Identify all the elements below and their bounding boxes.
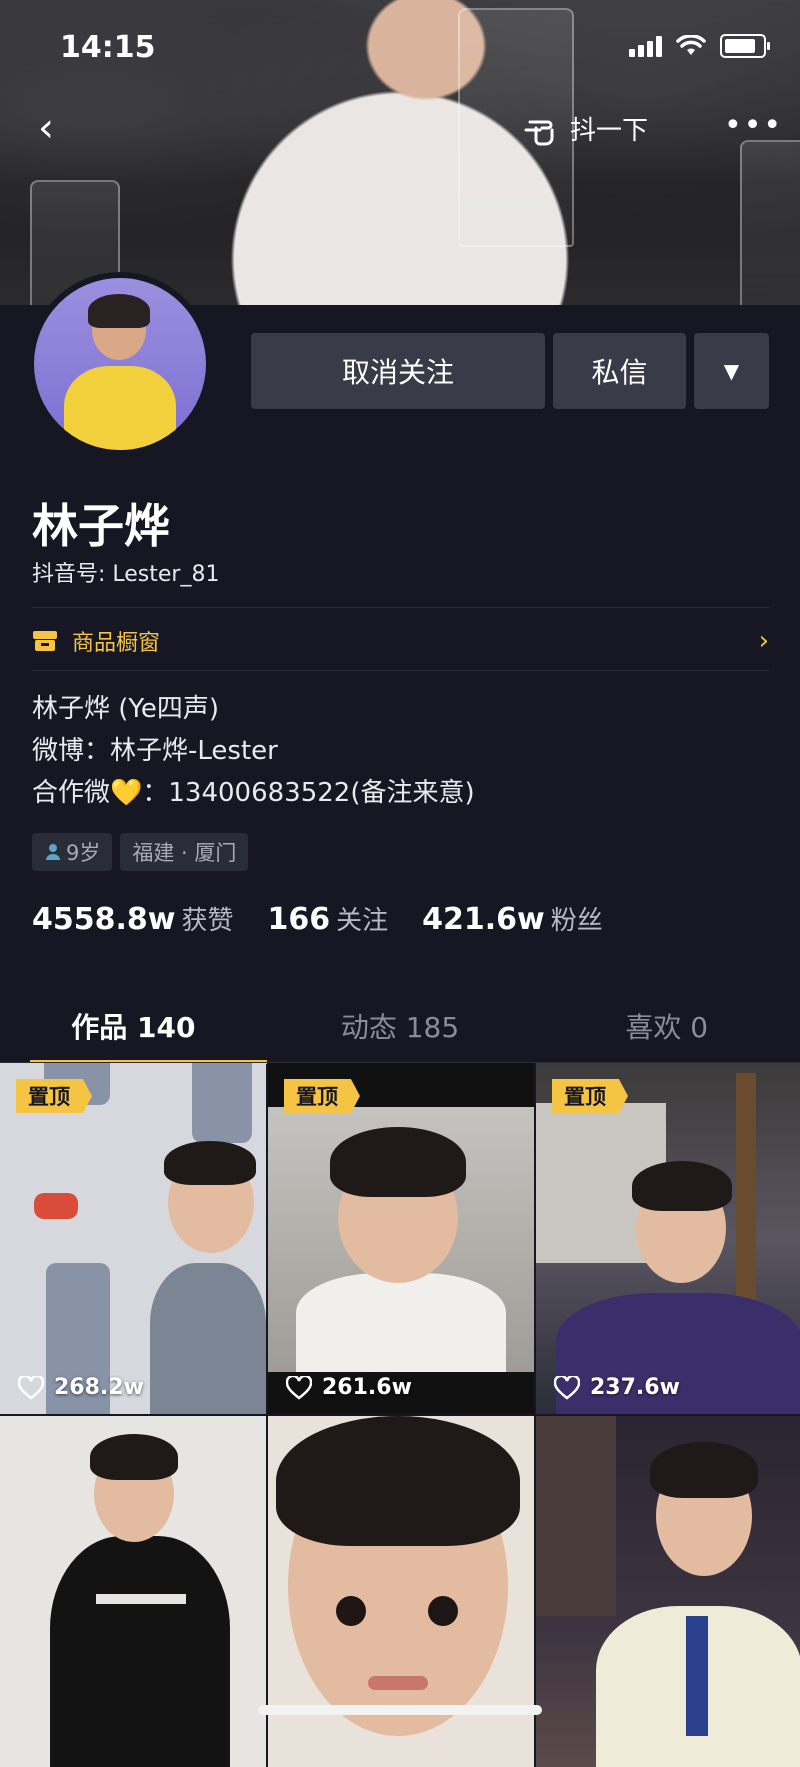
message-button[interactable]: 私信 — [553, 333, 686, 409]
bio: 林子烨 (Ye四声) 微博：林子烨-Lester 合作微💛：1340068352… — [32, 688, 475, 814]
profile-stats: 4558.8w 获赞 166 关注 421.6w 粉丝 — [32, 900, 603, 937]
tab-moments[interactable]: 动态 185 — [267, 990, 534, 1062]
home-indicator — [258, 1705, 542, 1715]
stat-label: 关注 — [336, 906, 389, 936]
douyin-id: 抖音号: Lester_81 — [32, 562, 220, 587]
stat-likes: 4558.8w 获赞 — [32, 900, 234, 937]
divider — [32, 607, 769, 608]
avatar[interactable] — [28, 272, 212, 456]
tab-likes[interactable]: 喜欢 0 — [533, 990, 800, 1062]
video-thumbnail[interactable] — [0, 1416, 266, 1767]
status-bar: 14:15 — [0, 0, 800, 96]
caret-down-icon: ▼ — [723, 359, 740, 383]
location-label: 福建 · 厦门 — [132, 841, 237, 865]
pinned-badge: 置顶 — [552, 1079, 628, 1113]
hand-pointer-icon — [524, 120, 554, 146]
location-tag: 福建 · 厦门 — [120, 833, 249, 871]
age-label: 9岁 — [66, 841, 101, 865]
shop-window-row[interactable]: 商品橱窗 › — [32, 616, 769, 666]
stat-number: 4558.8w — [32, 902, 176, 937]
bio-line: 林子烨 (Ye四声) — [32, 694, 219, 724]
more-options-button[interactable]: ••• — [724, 108, 783, 143]
cellular-signal-icon — [629, 35, 662, 57]
shake-button[interactable]: 抖一下 — [520, 104, 648, 152]
likes-count: 261.6w — [322, 1375, 412, 1400]
profile-tags: 9岁 福建 · 厦门 — [32, 833, 249, 871]
pinned-badge: 置顶 — [284, 1079, 360, 1113]
stat-followers[interactable]: 421.6w 粉丝 — [422, 900, 603, 937]
stat-label: 获赞 — [181, 906, 234, 936]
chevron-right-icon: › — [758, 626, 769, 656]
video-likes: 261.6w — [286, 1375, 412, 1400]
stat-number: 166 — [267, 902, 331, 937]
shop-icon — [33, 631, 57, 651]
age-tag: 9岁 — [32, 833, 113, 871]
bio-line: 微博：林子烨-Lester — [32, 736, 278, 766]
likes-count: 237.6w — [590, 1375, 680, 1400]
bio-line: 合作微💛：13400683522(备注来意) — [32, 778, 475, 808]
status-time: 14:15 — [60, 30, 156, 65]
heart-icon — [18, 1375, 44, 1400]
likes-count: 268.2w — [54, 1375, 144, 1400]
content-tabs: 作品 140 动态 185 喜欢 0 — [0, 990, 800, 1064]
back-button[interactable]: ‹ — [38, 108, 66, 148]
profile-name: 林子烨 — [32, 499, 170, 553]
video-thumbnail[interactable]: 置顶 237.6w — [536, 1063, 800, 1414]
pinned-badge: 置顶 — [16, 1079, 92, 1113]
video-thumbnail[interactable] — [536, 1416, 800, 1767]
shake-label: 抖一下 — [570, 115, 649, 146]
tab-works[interactable]: 作品 140 — [0, 990, 267, 1064]
wifi-icon — [676, 35, 706, 55]
video-grid: 置顶 268.2w 置顶 261.6w 置顶 237.6w — [0, 1063, 800, 1767]
video-thumbnail[interactable]: 置顶 268.2w — [0, 1063, 266, 1414]
unfollow-button[interactable]: 取消关注 — [251, 333, 545, 409]
video-likes: 237.6w — [554, 1375, 680, 1400]
heart-icon — [286, 1375, 312, 1400]
stat-following[interactable]: 166 关注 — [268, 900, 389, 937]
battery-icon — [720, 34, 770, 58]
dropdown-button[interactable]: ▼ — [694, 333, 769, 409]
stat-label: 粉丝 — [550, 906, 603, 936]
video-likes: 268.2w — [18, 1375, 144, 1400]
video-thumbnail[interactable]: 置顶 261.6w — [268, 1063, 534, 1414]
shop-label: 商品橱窗 — [72, 631, 161, 656]
stat-number: 421.6w — [422, 902, 545, 937]
person-icon — [46, 844, 60, 860]
divider — [32, 670, 769, 671]
heart-icon — [554, 1375, 580, 1400]
